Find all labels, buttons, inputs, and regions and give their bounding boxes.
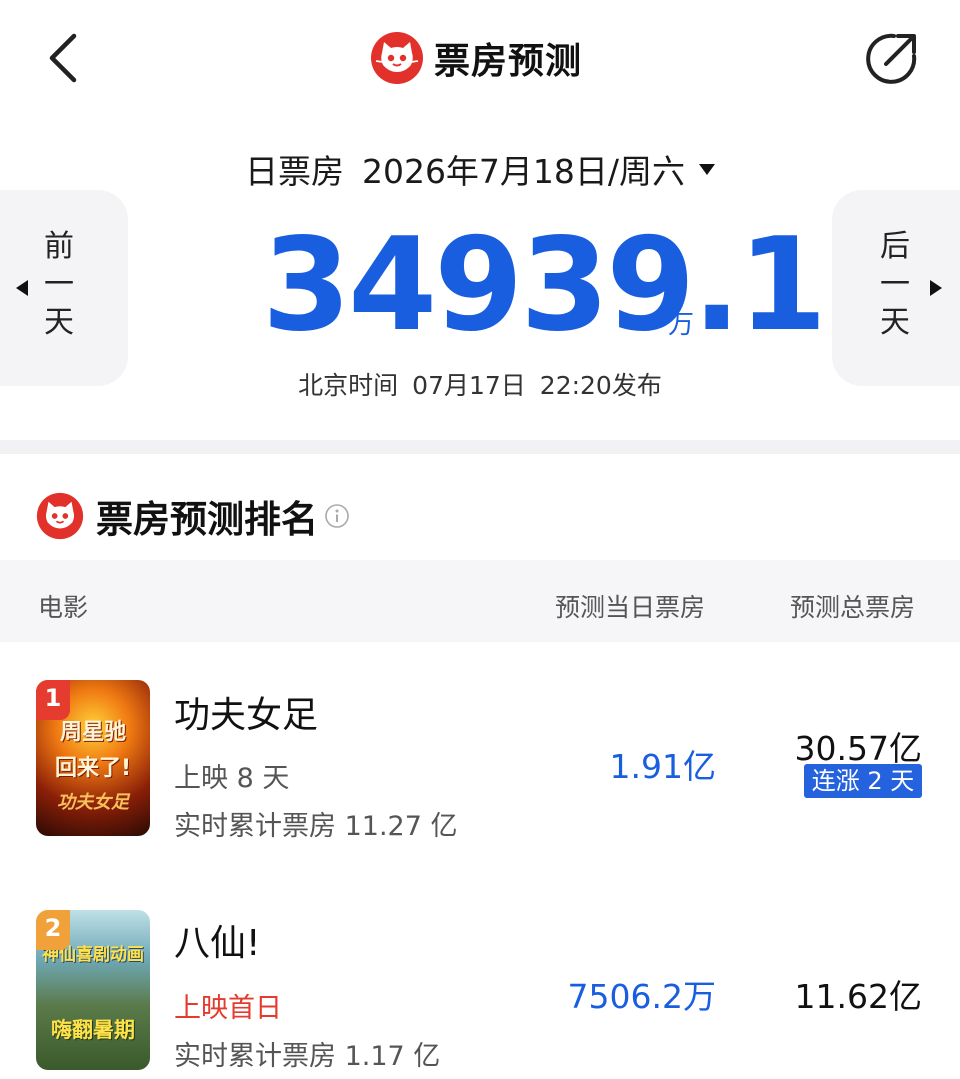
chevron-left-icon	[49, 33, 77, 83]
maoyan-cat-logo-icon	[371, 32, 423, 84]
column-header-movie: 电影	[38, 593, 89, 622]
table-row[interactable]: 神仙喜剧动画 嗨翻暑期 2 八仙! 上映首日 实时累计票房 1.17 亿 750…	[0, 894, 960, 1079]
prev-day-button[interactable]: 前 一 天	[0, 190, 128, 386]
publish-zone: 北京时间	[298, 371, 399, 400]
info-icon[interactable]	[324, 503, 350, 529]
next-day-label: 后 一 天	[880, 229, 910, 340]
publish-date: 07月17日	[412, 371, 526, 400]
section-divider	[0, 440, 960, 454]
date-type-label: 日票房	[244, 152, 344, 191]
next-day-button[interactable]: 后 一 天	[832, 190, 960, 386]
share-icon	[866, 33, 917, 84]
poster-line: 回来了!	[54, 756, 132, 781]
poster-line: 嗨翻暑期	[51, 1018, 135, 1042]
movie-title: 功夫女足	[174, 695, 319, 736]
selected-date: 2026年7月18日/周六	[361, 152, 686, 191]
release-days: 上映首日	[174, 993, 282, 1024]
movie-title: 八仙!	[174, 923, 261, 964]
box-office-forecast-page: 票房预测 日票房 2026年7月18日/周六 前 一 天 后 一 天 34939…	[0, 0, 960, 1079]
rank-badge: 1	[36, 680, 70, 720]
realtime-cumulative-box-office: 实时累计票房 11.27 亿	[174, 811, 458, 842]
trend-badge: 连涨 2 天	[804, 764, 922, 798]
rank-badge: 2	[36, 910, 70, 950]
release-days: 上映 8 天	[174, 763, 290, 794]
column-header-total-forecast: 预测总票房	[790, 593, 916, 622]
page-title: 票房预测	[434, 41, 583, 82]
ranking-table-header: 电影 预测当日票房 预测总票房	[0, 560, 960, 642]
total-box-office-unit: 万	[668, 310, 695, 340]
prev-day-label: 前 一 天	[44, 229, 74, 340]
forecast-day-box-office: 7506.2万	[567, 977, 716, 1016]
forecast-total-box-office: 30.57亿	[794, 729, 922, 768]
realtime-cumulative-box-office: 实时累计票房 1.17 亿	[174, 1041, 441, 1072]
movie-poster: 周星驰 回来了! 功夫女足 1	[36, 680, 150, 836]
poster-line: 功夫女足	[57, 792, 129, 813]
header-title-group: 票房预测	[370, 30, 582, 86]
table-row[interactable]: 周星驰 回来了! 功夫女足 1 功夫女足 上映 8 天 实时累计票房 11.27…	[0, 664, 960, 864]
date-selector[interactable]: 日票房 2026年7月18日/周六	[0, 145, 960, 193]
movie-poster: 神仙喜剧动画 嗨翻暑期 2	[36, 910, 150, 1070]
publish-time: 北京时间 07月17日 22:20发布	[0, 366, 960, 402]
publish-time-value: 22:20发布	[539, 371, 662, 400]
column-header-day-forecast: 预测当日票房	[555, 593, 706, 622]
maoyan-cat-logo-icon	[36, 492, 84, 540]
ranking-header: 票房预测排名	[36, 490, 350, 542]
caret-down-icon	[699, 164, 716, 175]
share-button[interactable]	[862, 30, 920, 88]
triangle-left-icon	[16, 280, 28, 296]
total-box-office-value: 34939.1	[262, 211, 827, 360]
ranking-title: 票房预测排名	[96, 498, 318, 541]
triangle-right-icon	[930, 280, 942, 296]
top-bar: 票房预测	[0, 0, 960, 120]
forecast-total-box-office: 11.62亿	[794, 977, 922, 1016]
back-button[interactable]	[40, 28, 90, 88]
forecast-day-box-office: 1.91亿	[609, 747, 716, 786]
